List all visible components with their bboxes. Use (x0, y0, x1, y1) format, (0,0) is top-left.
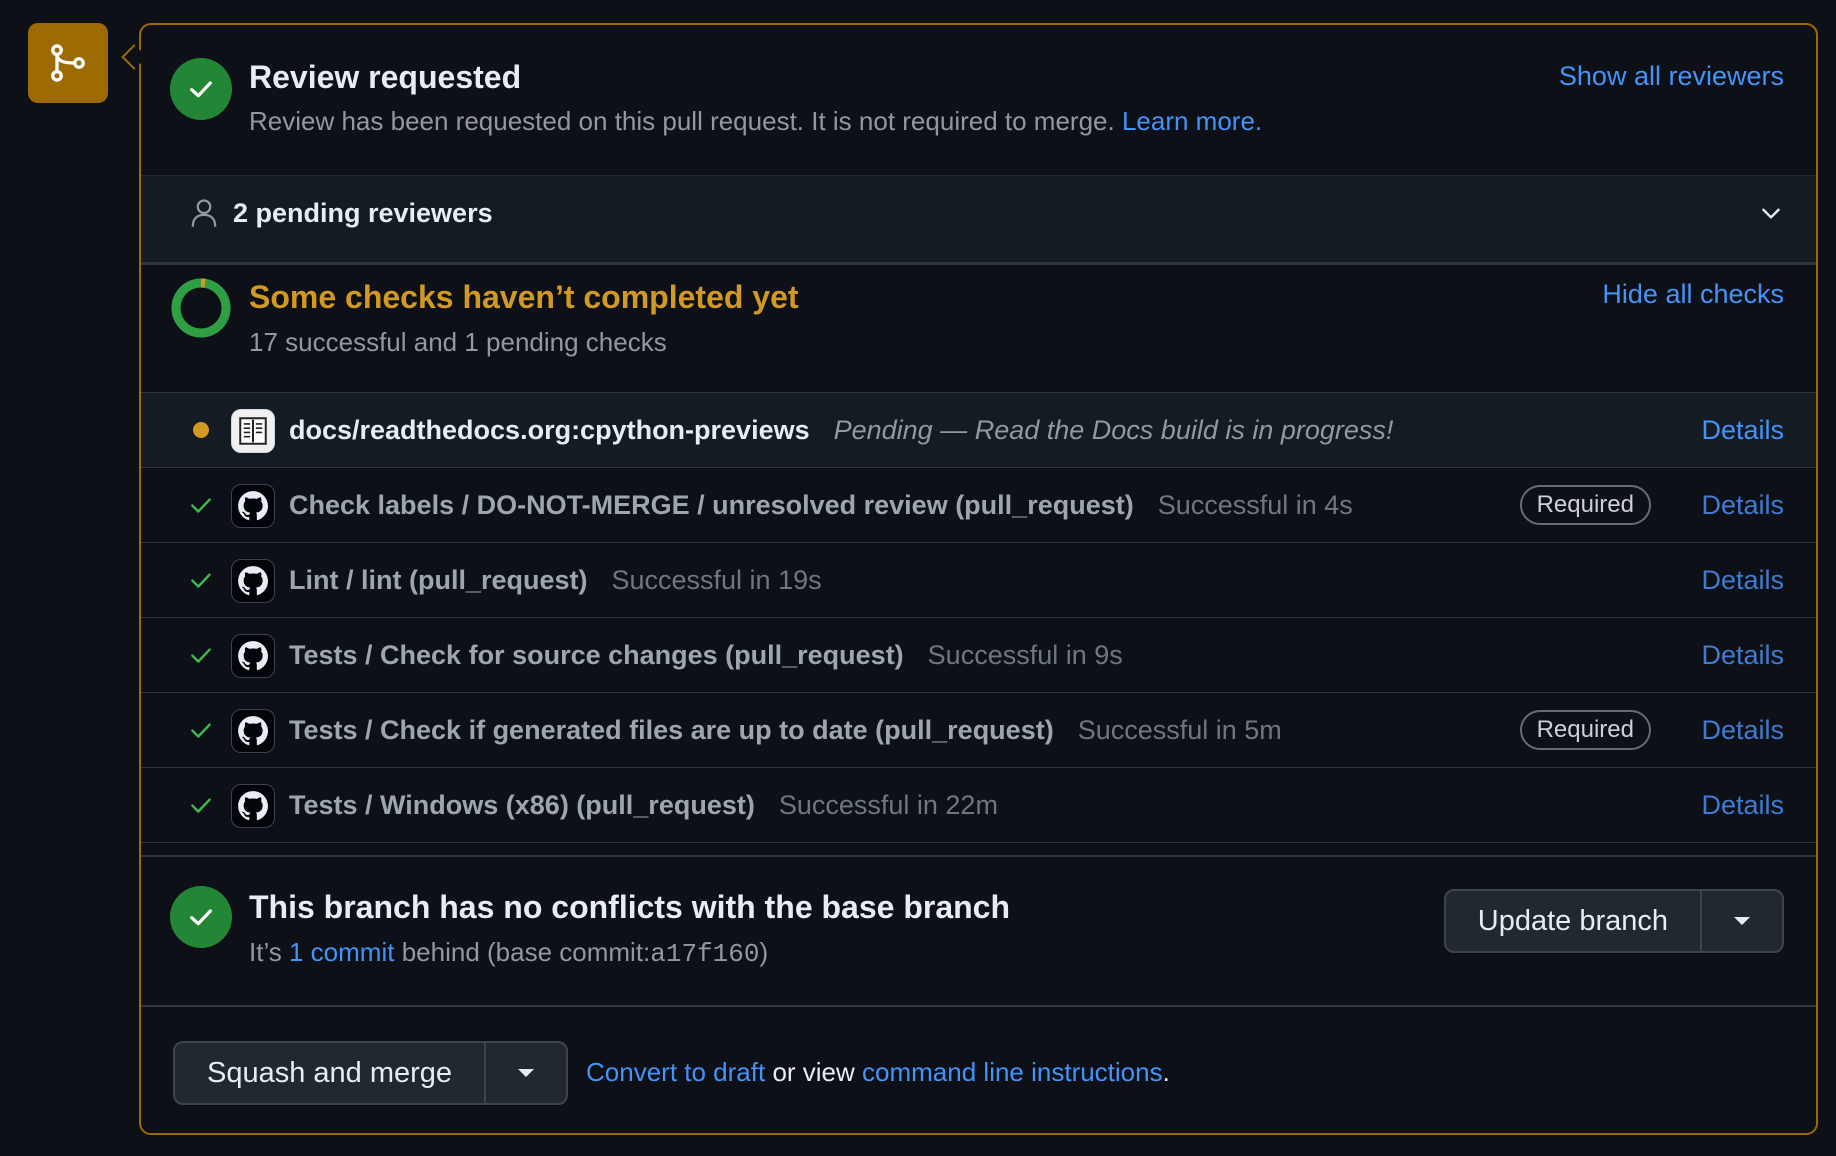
squash-and-merge-button[interactable]: Squash and merge (175, 1043, 484, 1103)
update-branch-button[interactable]: Update branch (1446, 891, 1700, 951)
check-row: Tests / Windows (x86) (pull_request) Succ… (141, 767, 1816, 842)
merge-button-group: Squash and merge (173, 1041, 569, 1105)
caret-down-icon (518, 1069, 535, 1077)
branch-title: This branch has no conflicts with the ba… (249, 889, 1011, 925)
pending-progress-icon (170, 277, 232, 339)
merge-help-text: Convert to draft or view command line in… (586, 1057, 1170, 1088)
check-name: Tests / Windows (x86) (pull_request) (289, 790, 755, 820)
check-circle-icon (170, 58, 232, 120)
merge-box: Review requested Review has been request… (139, 23, 1818, 1135)
update-branch-button-group: Update branch (1443, 889, 1784, 953)
review-subtitle: Review has been requested on this pull r… (249, 106, 1262, 137)
github-icon (231, 484, 275, 528)
check-text: Lint / lint (pull_request) Successful in … (289, 543, 822, 618)
check-icon (188, 492, 214, 518)
hide-all-checks-link[interactable]: Hide all checks (1602, 279, 1784, 310)
pending-reviewers-label: 2 pending reviewers (233, 198, 493, 228)
check-circle-icon (170, 886, 232, 948)
branch-its: It’s (249, 937, 282, 967)
update-branch-dropdown-button[interactable] (1700, 891, 1782, 951)
check-icon (188, 567, 214, 593)
checks-title: Some checks haven’t completed yet (249, 279, 799, 315)
github-icon (231, 559, 275, 603)
git-merge-icon (28, 23, 108, 103)
check-text: Tests / Check if generated files are up … (289, 693, 1282, 768)
check-row: Check labels / DO-NOT-MERGE / unresolved… (141, 467, 1816, 542)
pending-reviewers-bar[interactable]: 2 pending reviewers (141, 175, 1816, 265)
branch-divider (141, 855, 1816, 857)
review-subtitle-text: Review has been requested on this pull r… (249, 106, 1115, 136)
branch-subtitle: It’s 1 commit behind (base commit:a17f16… (249, 937, 768, 969)
check-description: Successful in 5m (1077, 715, 1282, 745)
command-line-instructions-link[interactable]: command line instructions (862, 1057, 1163, 1087)
review-title: Review requested (249, 59, 522, 95)
required-badge: Required (1519, 485, 1651, 525)
required-badge: Required (1519, 710, 1651, 750)
caret-down-icon (1734, 917, 1750, 925)
check-text: Tests / Windows (x86) (pull_request) Succ… (289, 768, 998, 843)
branch-behind-text: behind (base commit: (401, 937, 651, 967)
check-name: Tests / Check if generated files are up … (289, 715, 1054, 745)
period-text: . (1162, 1057, 1170, 1087)
details-link[interactable]: Details (1701, 693, 1784, 768)
check-description: Pending — Read the Docs build is in prog… (833, 415, 1394, 445)
check-description: Successful in 9s (927, 640, 1123, 670)
check-icon (188, 717, 214, 743)
learn-more-link[interactable]: Learn more. (1122, 106, 1262, 136)
check-name: docs/readthedocs.org:cpython-previews (289, 415, 810, 445)
check-icon (188, 792, 214, 818)
check-description: Successful in 22m (778, 790, 998, 820)
details-link[interactable]: Details (1701, 768, 1784, 843)
github-icon (231, 709, 275, 753)
check-name: Check labels / DO-NOT-MERGE / unresolved… (289, 490, 1134, 520)
check-text: docs/readthedocs.org:cpython-previews Pen… (289, 393, 1393, 468)
check-name: Tests / Check for source changes (pull_r… (289, 640, 904, 670)
checks-list-bottom-border (141, 842, 1816, 843)
base-commit-sha: a17f160 (650, 939, 760, 969)
chevron-down-icon[interactable] (1758, 200, 1784, 231)
branch-close-paren: ) (759, 937, 769, 967)
pending-dot-icon (188, 417, 214, 443)
merge-method-dropdown-button[interactable] (484, 1043, 566, 1103)
details-link[interactable]: Details (1701, 543, 1784, 618)
commit-behind-link[interactable]: 1 commit (289, 937, 394, 967)
details-link[interactable]: Details (1701, 393, 1784, 468)
checks-subtitle: 17 successful and 1 pending checks (249, 327, 667, 357)
github-icon (231, 784, 275, 828)
check-text: Check labels / DO-NOT-MERGE / unresolved… (289, 468, 1353, 543)
person-icon (189, 196, 219, 235)
check-description: Successful in 4s (1157, 490, 1353, 520)
or-view-text: or view (772, 1057, 855, 1087)
check-row: Tests / Check for source changes (pull_r… (141, 617, 1816, 692)
check-row: Lint / lint (pull_request) Successful in … (141, 542, 1816, 617)
show-all-reviewers-link[interactable]: Show all reviewers (1559, 61, 1784, 92)
check-row: docs/readthedocs.org:cpython-previews Pen… (141, 392, 1816, 467)
check-icon (188, 642, 214, 668)
readthedocs-icon (231, 409, 275, 453)
details-link[interactable]: Details (1701, 468, 1784, 543)
details-link[interactable]: Details (1701, 618, 1784, 693)
check-text: Tests / Check for source changes (pull_r… (289, 618, 1123, 693)
check-name: Lint / lint (pull_request) (289, 565, 588, 595)
check-row: Tests / Check if generated files are up … (141, 692, 1816, 767)
check-description: Successful in 19s (611, 565, 822, 595)
convert-to-draft-link[interactable]: Convert to draft (586, 1057, 765, 1087)
github-icon (231, 634, 275, 678)
